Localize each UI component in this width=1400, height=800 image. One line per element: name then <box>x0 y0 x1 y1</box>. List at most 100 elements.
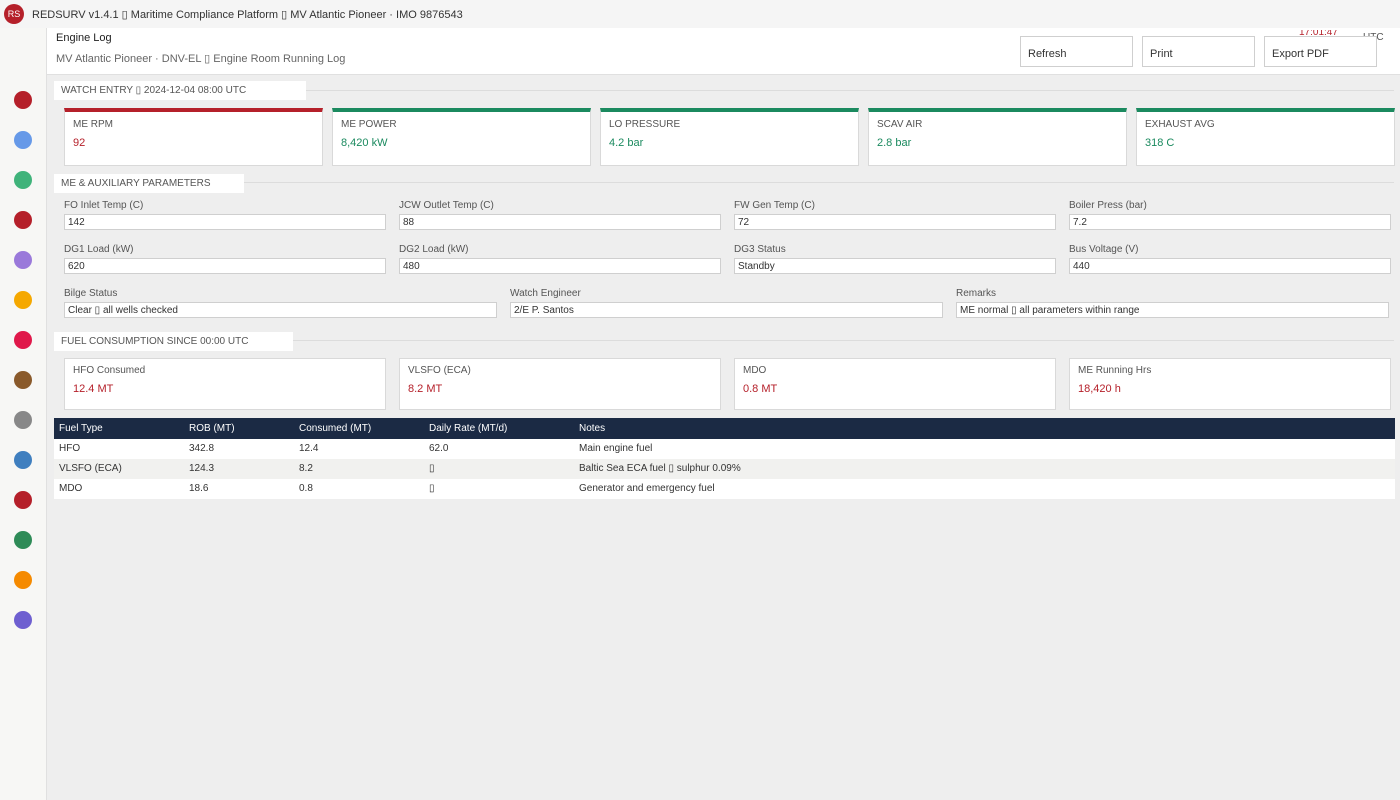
table-cell: 18.6 <box>189 483 209 494</box>
fuel-card-label: ME Running Hrs <box>1078 365 1152 376</box>
kpi-me-power: ME POWER 8,420 kW <box>332 108 591 166</box>
dg2-label: DG2 Load (kW) <box>399 244 469 255</box>
rail-module-7-icon[interactable] <box>14 331 32 349</box>
print-button[interactable]: Print <box>1142 36 1255 67</box>
table-header-row: Fuel Type ROB (MT) Consumed (MT) Daily R… <box>54 418 1395 439</box>
table-cell: 124.3 <box>189 463 215 474</box>
dg2-input[interactable] <box>399 258 721 274</box>
rail-module-2-icon[interactable] <box>14 131 32 149</box>
rail-module-12-icon[interactable] <box>14 531 32 549</box>
fuel-card-value: 8.2 MT <box>408 383 443 395</box>
kpi-lo-pressure: LO PRESSURE 4.2 bar <box>600 108 859 166</box>
column-header[interactable]: ROB (MT) <box>189 418 235 439</box>
table-cell: VLSFO (ECA) <box>59 463 122 474</box>
fo-inlet-input[interactable] <box>64 214 386 230</box>
rail-module-5-icon[interactable] <box>14 251 32 269</box>
kpi-label: SCAV AIR <box>877 119 923 130</box>
fuel-card-label: HFO Consumed <box>73 365 146 376</box>
kpi-exhaust-avg: EXHAUST AVG 318 C <box>1136 108 1395 166</box>
fuel-card-label: MDO <box>743 365 767 376</box>
column-header[interactable]: Notes <box>579 418 605 439</box>
bus-voltage-input[interactable] <box>1069 258 1391 274</box>
kpi-value: 8,420 kW <box>341 137 388 149</box>
table-cell: Baltic Sea ECA fuel ▯ sulphur 0.09% <box>579 463 741 474</box>
table-row[interactable]: MDO 18.6 0.8 ▯ Generator and emergency f… <box>54 479 1395 499</box>
kpi-label: ME POWER <box>341 119 397 130</box>
jcw-outlet-input[interactable] <box>399 214 721 230</box>
fuel-title: FUEL CONSUMPTION SINCE 00:00 UTC <box>54 332 293 351</box>
bilge-label: Bilge Status <box>64 288 118 299</box>
table-cell: Generator and emergency fuel <box>579 483 715 494</box>
rail-module-10-icon[interactable] <box>14 451 32 469</box>
fuel-card-hfo: HFO Consumed 12.4 MT <box>64 358 386 410</box>
dg1-input[interactable] <box>64 258 386 274</box>
export-pdf-button[interactable]: Export PDF <box>1264 36 1377 67</box>
table-cell: MDO <box>59 483 83 494</box>
rail-module-9-icon[interactable] <box>14 411 32 429</box>
table-cell: 12.4 <box>299 443 319 454</box>
fw-gen-input[interactable] <box>734 214 1056 230</box>
kpi-value: 92 <box>73 137 86 149</box>
table-cell: 342.8 <box>189 443 215 454</box>
table-cell: 0.8 <box>299 483 313 494</box>
rail-module-8-icon[interactable] <box>14 371 32 389</box>
kpi-value: 4.2 bar <box>609 137 644 149</box>
table-cell: 8.2 <box>299 463 313 474</box>
fuel-table: Fuel Type ROB (MT) Consumed (MT) Daily R… <box>54 418 1395 499</box>
fuel-card-value: 12.4 MT <box>73 383 114 395</box>
jcw-outlet-label: JCW Outlet Temp (C) <box>399 200 494 211</box>
rail-module-14-icon[interactable] <box>14 611 32 629</box>
rail-module-1-icon[interactable] <box>14 91 32 109</box>
rail-module-11-icon[interactable] <box>14 491 32 509</box>
table-cell: Main engine fuel <box>579 443 653 454</box>
page-title: Engine Log <box>56 32 112 44</box>
table-row[interactable]: VLSFO (ECA) 124.3 8.2 ▯ Baltic Sea ECA f… <box>54 459 1395 479</box>
rail-module-4-icon[interactable] <box>14 211 32 229</box>
kpi-me-rpm: ME RPM 92 <box>64 108 323 166</box>
bus-voltage-label: Bus Voltage (V) <box>1069 244 1139 255</box>
app-title-bar: RS REDSURV v1.4.1 ▯ Maritime Compliance … <box>0 0 1400 28</box>
kpi-scav-air: SCAV AIR 2.8 bar <box>868 108 1127 166</box>
column-header[interactable]: Fuel Type <box>59 418 103 439</box>
bilge-input[interactable] <box>64 302 497 318</box>
watch-engineer-input[interactable] <box>510 302 943 318</box>
app-title: REDSURV v1.4.1 ▯ Maritime Compliance Pla… <box>32 8 463 21</box>
rail-module-6-icon[interactable] <box>14 291 32 309</box>
kpi-value: 318 C <box>1145 137 1175 149</box>
page-subtitle: MV Atlantic Pioneer · DNV-EL ▯ Engine Ro… <box>56 53 346 65</box>
table-cell: ▯ <box>429 463 435 474</box>
fo-inlet-label: FO Inlet Temp (C) <box>64 200 144 211</box>
watch-entry-title: WATCH ENTRY ▯ 2024-12-04 08:00 UTC <box>54 81 306 100</box>
kpi-label: EXHAUST AVG <box>1145 119 1215 130</box>
fuel-card-value: 0.8 MT <box>743 383 778 395</box>
fuel-card-running-hours: ME Running Hrs 18,420 h <box>1069 358 1391 410</box>
table-row[interactable]: HFO 342.8 12.4 62.0 Main engine fuel <box>54 439 1395 459</box>
fuel-card-label: VLSFO (ECA) <box>408 365 471 376</box>
kpi-label: ME RPM <box>73 119 113 130</box>
rail-module-3-icon[interactable] <box>14 171 32 189</box>
dg3-input[interactable] <box>734 258 1056 274</box>
fuel-card-mdo: MDO 0.8 MT <box>734 358 1056 410</box>
rail-module-13-icon[interactable] <box>14 571 32 589</box>
page-header: Engine Log MV Atlantic Pioneer · DNV-EL … <box>47 28 1400 75</box>
app-logo: RS <box>4 4 24 24</box>
dg1-label: DG1 Load (kW) <box>64 244 134 255</box>
fuel-card-vlsfo: VLSFO (ECA) 8.2 MT <box>399 358 721 410</box>
remarks-input[interactable] <box>956 302 1389 318</box>
column-header[interactable]: Daily Rate (MT/d) <box>429 418 507 439</box>
boiler-input[interactable] <box>1069 214 1391 230</box>
fw-gen-label: FW Gen Temp (C) <box>734 200 815 211</box>
column-header[interactable]: Consumed (MT) <box>299 418 371 439</box>
kpi-value: 2.8 bar <box>877 137 912 149</box>
kpi-label: LO PRESSURE <box>609 119 681 130</box>
watch-engineer-label: Watch Engineer <box>510 288 581 299</box>
remarks-label: Remarks <box>956 288 997 299</box>
module-rail <box>0 28 47 800</box>
table-cell: HFO <box>59 443 81 454</box>
refresh-button[interactable]: Refresh <box>1020 36 1133 67</box>
fuel-card-value: 18,420 h <box>1078 383 1121 395</box>
section-divider <box>54 182 1394 183</box>
table-cell: 62.0 <box>429 443 449 454</box>
dg3-label: DG3 Status <box>734 244 786 255</box>
table-cell: ▯ <box>429 483 435 494</box>
